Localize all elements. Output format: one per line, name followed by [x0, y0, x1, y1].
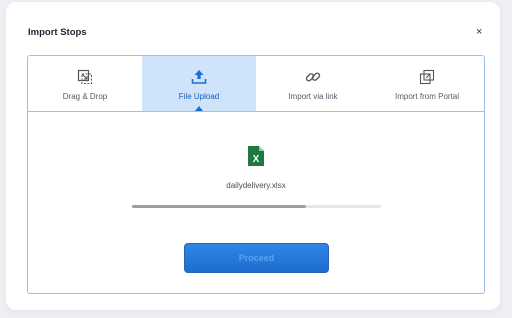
tab-import-from-portal[interactable]: Import from Portal	[370, 56, 484, 111]
drag-drop-icon	[77, 69, 92, 84]
tab-drag-drop[interactable]: Drag & Drop	[28, 56, 142, 111]
tab-file-upload[interactable]: File Upload	[142, 56, 256, 111]
import-method-tabs: Drag & Drop File Upload Import via link	[28, 56, 484, 112]
import-stops-dialog: Import Stops × Drag & Drop File Upload I…	[6, 2, 500, 310]
portal-icon	[419, 69, 435, 85]
tab-label: File Upload	[178, 92, 220, 101]
import-panel: Drag & Drop File Upload Import via link	[27, 55, 485, 294]
tab-label: Drag & Drop	[62, 92, 108, 101]
tab-label: Import from Portal	[394, 92, 459, 101]
excel-file-icon: X	[248, 146, 264, 166]
proceed-button[interactable]: Proceed	[184, 243, 329, 273]
tab-label: Import via link	[288, 92, 338, 101]
uploaded-filename: dailydelivery.xlsx	[226, 181, 286, 190]
upload-icon	[191, 70, 207, 84]
upload-progress-bar	[132, 205, 381, 208]
close-icon[interactable]: ×	[476, 26, 482, 38]
dialog-title: Import Stops	[28, 27, 87, 38]
tab-import-via-link[interactable]: Import via link	[256, 56, 370, 111]
upload-progress-fill	[132, 205, 307, 208]
svg-text:X: X	[253, 154, 260, 165]
link-icon	[305, 72, 321, 82]
